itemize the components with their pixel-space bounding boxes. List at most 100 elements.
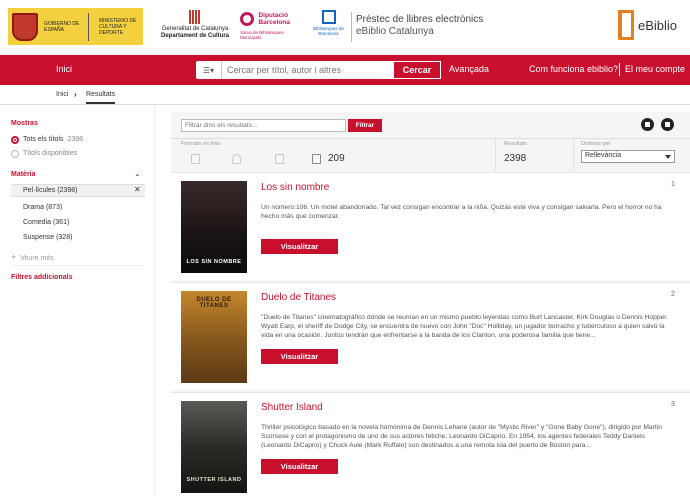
result-card: DUELO DE TITANES Duelo de Titanes 2 "Due…: [171, 282, 690, 390]
poster-text: LOS SIN NOMBRE: [186, 259, 242, 265]
formats-label: Formats en línia: [181, 141, 221, 147]
result-description: Un número:106. Un motel abandonado. Tal …: [261, 204, 662, 220]
result-card: LOS SIN NOMBRE Los sin nombre 1 Un númer…: [171, 172, 690, 280]
gov-text-1: GOBIERNO DE ESPAÑA: [44, 20, 80, 33]
filter-results-input[interactable]: [181, 119, 346, 132]
results-col-divider: [495, 139, 496, 171]
generalitat-icon: [189, 10, 201, 24]
result-description: Thriller psicológico basado en la novela…: [261, 424, 662, 449]
chevron-right-icon: ›: [74, 90, 77, 99]
sort-col-divider: [573, 139, 574, 171]
site-title: Préstec de llibres electrònics: [356, 14, 484, 25]
all-titles-text: Tots els títols: [23, 136, 64, 143]
diputacio-logo[interactable]: Diputació Barcelona Xarxa de Biblioteque…: [240, 10, 300, 40]
gov-divider: [88, 12, 89, 41]
nav-divider: [619, 63, 620, 76]
chevron-up-icon[interactable]: ⌃: [134, 173, 141, 182]
result-number: 3: [671, 401, 675, 408]
all-titles-count: 2398: [67, 136, 84, 143]
spain-shield-icon: [12, 12, 38, 41]
biblioteques-icon: [321, 10, 336, 24]
poster-text: SHUTTER ISLAND: [186, 477, 242, 483]
all-titles-radio[interactable]: [11, 136, 19, 144]
result-title[interactable]: Duelo de Titanes: [261, 292, 336, 303]
poster-image[interactable]: DUELO DE TITANES: [181, 291, 247, 383]
poster-image[interactable]: LOS SIN NOMBRE: [181, 181, 247, 273]
list-icon: ☰▾: [202, 65, 215, 75]
gov-text-2: MINISTERIO DE CULTURA Y DEPORTE: [99, 17, 137, 36]
sort-label: Ordenar per: [581, 141, 611, 147]
advanced-search-link[interactable]: Avançada: [449, 64, 489, 74]
generalitat-line2: Departament de Cultura: [160, 33, 229, 39]
breadcrumb: Inici › Resultats: [0, 85, 690, 105]
diputacio-sub: Xarxa de Biblioteques Municipals: [240, 30, 284, 40]
video-format-count: 209: [328, 153, 345, 164]
sort-value: Rellevància: [585, 152, 622, 159]
caret-down-icon: [665, 155, 671, 159]
biblioteques-text: Biblioteques de Barcelona: [313, 26, 344, 36]
results-count: 2398: [504, 153, 527, 164]
result-number: 1: [671, 181, 675, 188]
print-icon[interactable]: [641, 118, 654, 131]
poster-image[interactable]: SHUTTER ISLAND: [181, 401, 247, 493]
show-heading: Mostras: [11, 120, 38, 127]
subject-item-comedia[interactable]: Comedia (361): [23, 219, 69, 226]
available-titles-label[interactable]: Títols disponibles: [23, 150, 77, 157]
nav-home-link[interactable]: Inici: [56, 64, 72, 74]
available-titles-radio[interactable]: [11, 150, 19, 158]
my-account-link[interactable]: El meu compte: [625, 64, 685, 74]
view-button[interactable]: Visualitzar: [261, 349, 338, 364]
ebook-format-icon[interactable]: [191, 154, 200, 164]
audiobook-format-icon[interactable]: [232, 154, 241, 164]
search-bar: ☰▾ Cercar: [196, 61, 441, 79]
biblioteques-logo[interactable]: Biblioteques de Barcelona: [311, 10, 346, 36]
generalitat-logo[interactable]: Generalitat de Catalunya Departament de …: [155, 10, 235, 40]
search-category-dropdown[interactable]: ☰▾: [196, 61, 222, 79]
filter-sidebar: Mostras Tots els títols 2398 Títols dispo…: [0, 105, 155, 496]
see-more-link[interactable]: + Veure més: [11, 252, 54, 262]
results-label: Resultats: [504, 141, 527, 147]
diputacio-line2: Barcelona: [258, 18, 290, 26]
poster-text: DUELO DE TITANES: [196, 297, 232, 309]
subject-item-pelicules[interactable]: Pel·lícules (2398): [23, 187, 77, 194]
share-icon[interactable]: [661, 118, 674, 131]
result-title[interactable]: Shutter Island: [261, 402, 323, 413]
view-button[interactable]: Visualitzar: [261, 459, 338, 474]
result-description: "Duelo de Titanes" cinematográfico donde…: [261, 314, 668, 339]
video-format-icon[interactable]: [312, 154, 321, 164]
subject-item-drama[interactable]: Drama (873): [23, 204, 62, 211]
result-card: SHUTTER ISLAND Shutter Island 3 Thriller…: [171, 392, 690, 500]
extra-filters-heading[interactable]: Filtres addicionals: [11, 274, 72, 281]
breadcrumb-home[interactable]: Inici: [56, 91, 68, 98]
all-titles-label[interactable]: Tots els títols 2398: [23, 136, 83, 143]
results-header-divider: [171, 138, 690, 139]
remove-subject-icon[interactable]: ✕: [134, 185, 141, 194]
how-it-works-link[interactable]: Com funciona ebiblio?: [529, 64, 618, 74]
search-button[interactable]: Cercar: [393, 61, 441, 79]
gobierno-logo[interactable]: GOBIERNO DE ESPAÑA MINISTERIO DE CULTURA…: [8, 8, 143, 45]
result-number: 2: [671, 291, 675, 298]
ebiblio-logo[interactable]: eBiblio: [618, 10, 678, 42]
site-subtitle: eBiblio Catalunya: [356, 26, 434, 37]
breadcrumb-current: Resultats: [86, 91, 116, 104]
subject-heading: Matèria: [11, 171, 36, 178]
diputacio-icon: [240, 11, 254, 26]
diputacio-line1: Diputació: [258, 11, 289, 19]
sidebar-divider: [11, 265, 145, 266]
see-more-text: Veure més: [20, 255, 54, 262]
filter-button[interactable]: Filtrar: [348, 119, 382, 132]
sort-select[interactable]: Rellevància: [581, 150, 675, 163]
ebiblio-logo-text: eBiblio: [638, 18, 678, 33]
results-panel: Filtrar Formats en línia 209 Resultats 2…: [171, 112, 690, 500]
view-button[interactable]: Visualitzar: [261, 239, 338, 254]
magazine-format-icon[interactable]: [275, 154, 284, 164]
ebiblio-book-icon: [618, 10, 634, 40]
generalitat-line1: Generalitat de Catalunya: [161, 26, 229, 32]
diputacio-title: Diputació Barcelona: [258, 12, 289, 26]
subject-item-suspense[interactable]: Suspense (328): [23, 234, 72, 241]
search-input[interactable]: [222, 61, 393, 79]
top-header: GOBIERNO DE ESPAÑA MINISTERIO DE CULTURA…: [0, 0, 690, 55]
main-navbar: Inici ☰▾ Cercar Avançada Com funciona eb…: [0, 55, 690, 85]
result-title[interactable]: Los sin nombre: [261, 182, 329, 193]
plus-icon: +: [11, 252, 17, 262]
